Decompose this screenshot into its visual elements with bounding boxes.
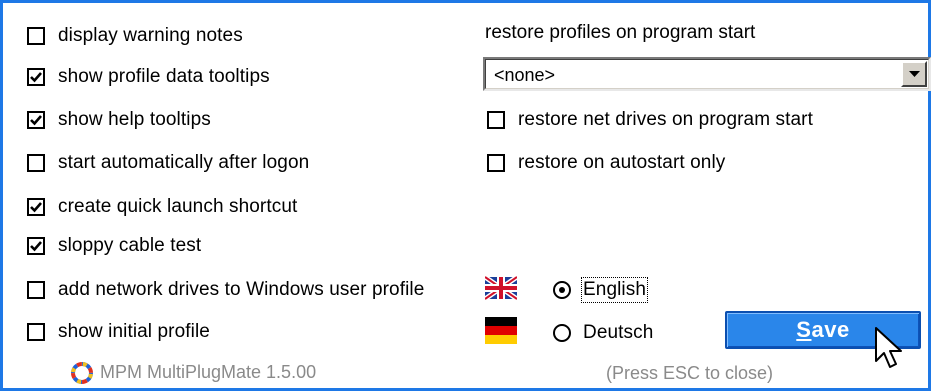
chevron-down-icon bbox=[909, 71, 920, 77]
option-add-network-drives[interactable]: add network drives to Windows user profi… bbox=[27, 277, 424, 303]
checkbox[interactable] bbox=[27, 154, 45, 172]
mouse-cursor-icon bbox=[875, 327, 902, 368]
save-button-label: ave bbox=[811, 317, 850, 342]
checkbox[interactable] bbox=[487, 111, 505, 129]
option-restore-autostart-only[interactable]: restore on autostart only bbox=[487, 150, 725, 176]
options-window: display warning notes show profile data … bbox=[0, 0, 931, 391]
option-label: add network drives to Windows user profi… bbox=[58, 279, 425, 300]
option-label: show help tooltips bbox=[58, 109, 211, 130]
dropdown-button[interactable] bbox=[901, 61, 927, 87]
checkbox[interactable] bbox=[27, 68, 45, 86]
option-display-warning-notes[interactable]: display warning notes bbox=[27, 23, 243, 49]
radio-button[interactable] bbox=[553, 281, 571, 299]
escape-hint-text: (Press ESC to close) bbox=[606, 363, 774, 383]
option-show-initial-profile[interactable]: show initial profile bbox=[27, 319, 210, 345]
option-label: restore net drives on program start bbox=[518, 109, 813, 130]
checkbox[interactable] bbox=[27, 323, 45, 341]
option-label: show initial profile bbox=[58, 321, 210, 342]
language-option-deutsch[interactable]: Deutsch bbox=[553, 320, 653, 346]
option-show-help-tooltips[interactable]: show help tooltips bbox=[27, 107, 211, 133]
language-label: Deutsch bbox=[583, 322, 654, 343]
checkbox[interactable] bbox=[487, 154, 505, 172]
option-create-quick-launch-shortcut[interactable]: create quick launch shortcut bbox=[27, 194, 297, 220]
option-show-profile-data-tooltips[interactable]: show profile data tooltips bbox=[27, 64, 270, 90]
restore-profile-select[interactable]: <none> bbox=[483, 57, 931, 91]
option-label: show profile data tooltips bbox=[58, 66, 270, 87]
app-version-text: MPM MultiPlugMate 1.5.00 bbox=[100, 362, 317, 382]
option-label: start automatically after logon bbox=[58, 152, 310, 173]
option-label: restore on autostart only bbox=[518, 152, 726, 173]
checkbox[interactable] bbox=[27, 237, 45, 255]
language-option-english[interactable]: English bbox=[553, 277, 649, 303]
app-logo-icon bbox=[71, 362, 93, 384]
language-label: English bbox=[580, 277, 649, 303]
option-label: display warning notes bbox=[58, 25, 243, 46]
option-sloppy-cable-test[interactable]: sloppy cable test bbox=[27, 233, 201, 259]
option-restore-net-drives[interactable]: restore net drives on program start bbox=[487, 107, 813, 133]
checkbox[interactable] bbox=[27, 281, 45, 299]
select-inner: <none> bbox=[485, 59, 929, 89]
select-value: <none> bbox=[494, 65, 556, 85]
uk-flag-icon bbox=[485, 274, 517, 302]
restore-profiles-heading: restore profiles on program start bbox=[485, 22, 756, 43]
checkbox[interactable] bbox=[27, 198, 45, 216]
option-start-automatically[interactable]: start automatically after logon bbox=[27, 150, 309, 176]
checkbox[interactable] bbox=[27, 27, 45, 45]
radio-button[interactable] bbox=[553, 324, 571, 342]
option-label: create quick launch shortcut bbox=[58, 196, 298, 217]
checkbox[interactable] bbox=[27, 111, 45, 129]
option-label: sloppy cable test bbox=[58, 235, 202, 256]
save-button-accel: S bbox=[796, 317, 812, 342]
germany-flag-icon bbox=[485, 317, 517, 344]
